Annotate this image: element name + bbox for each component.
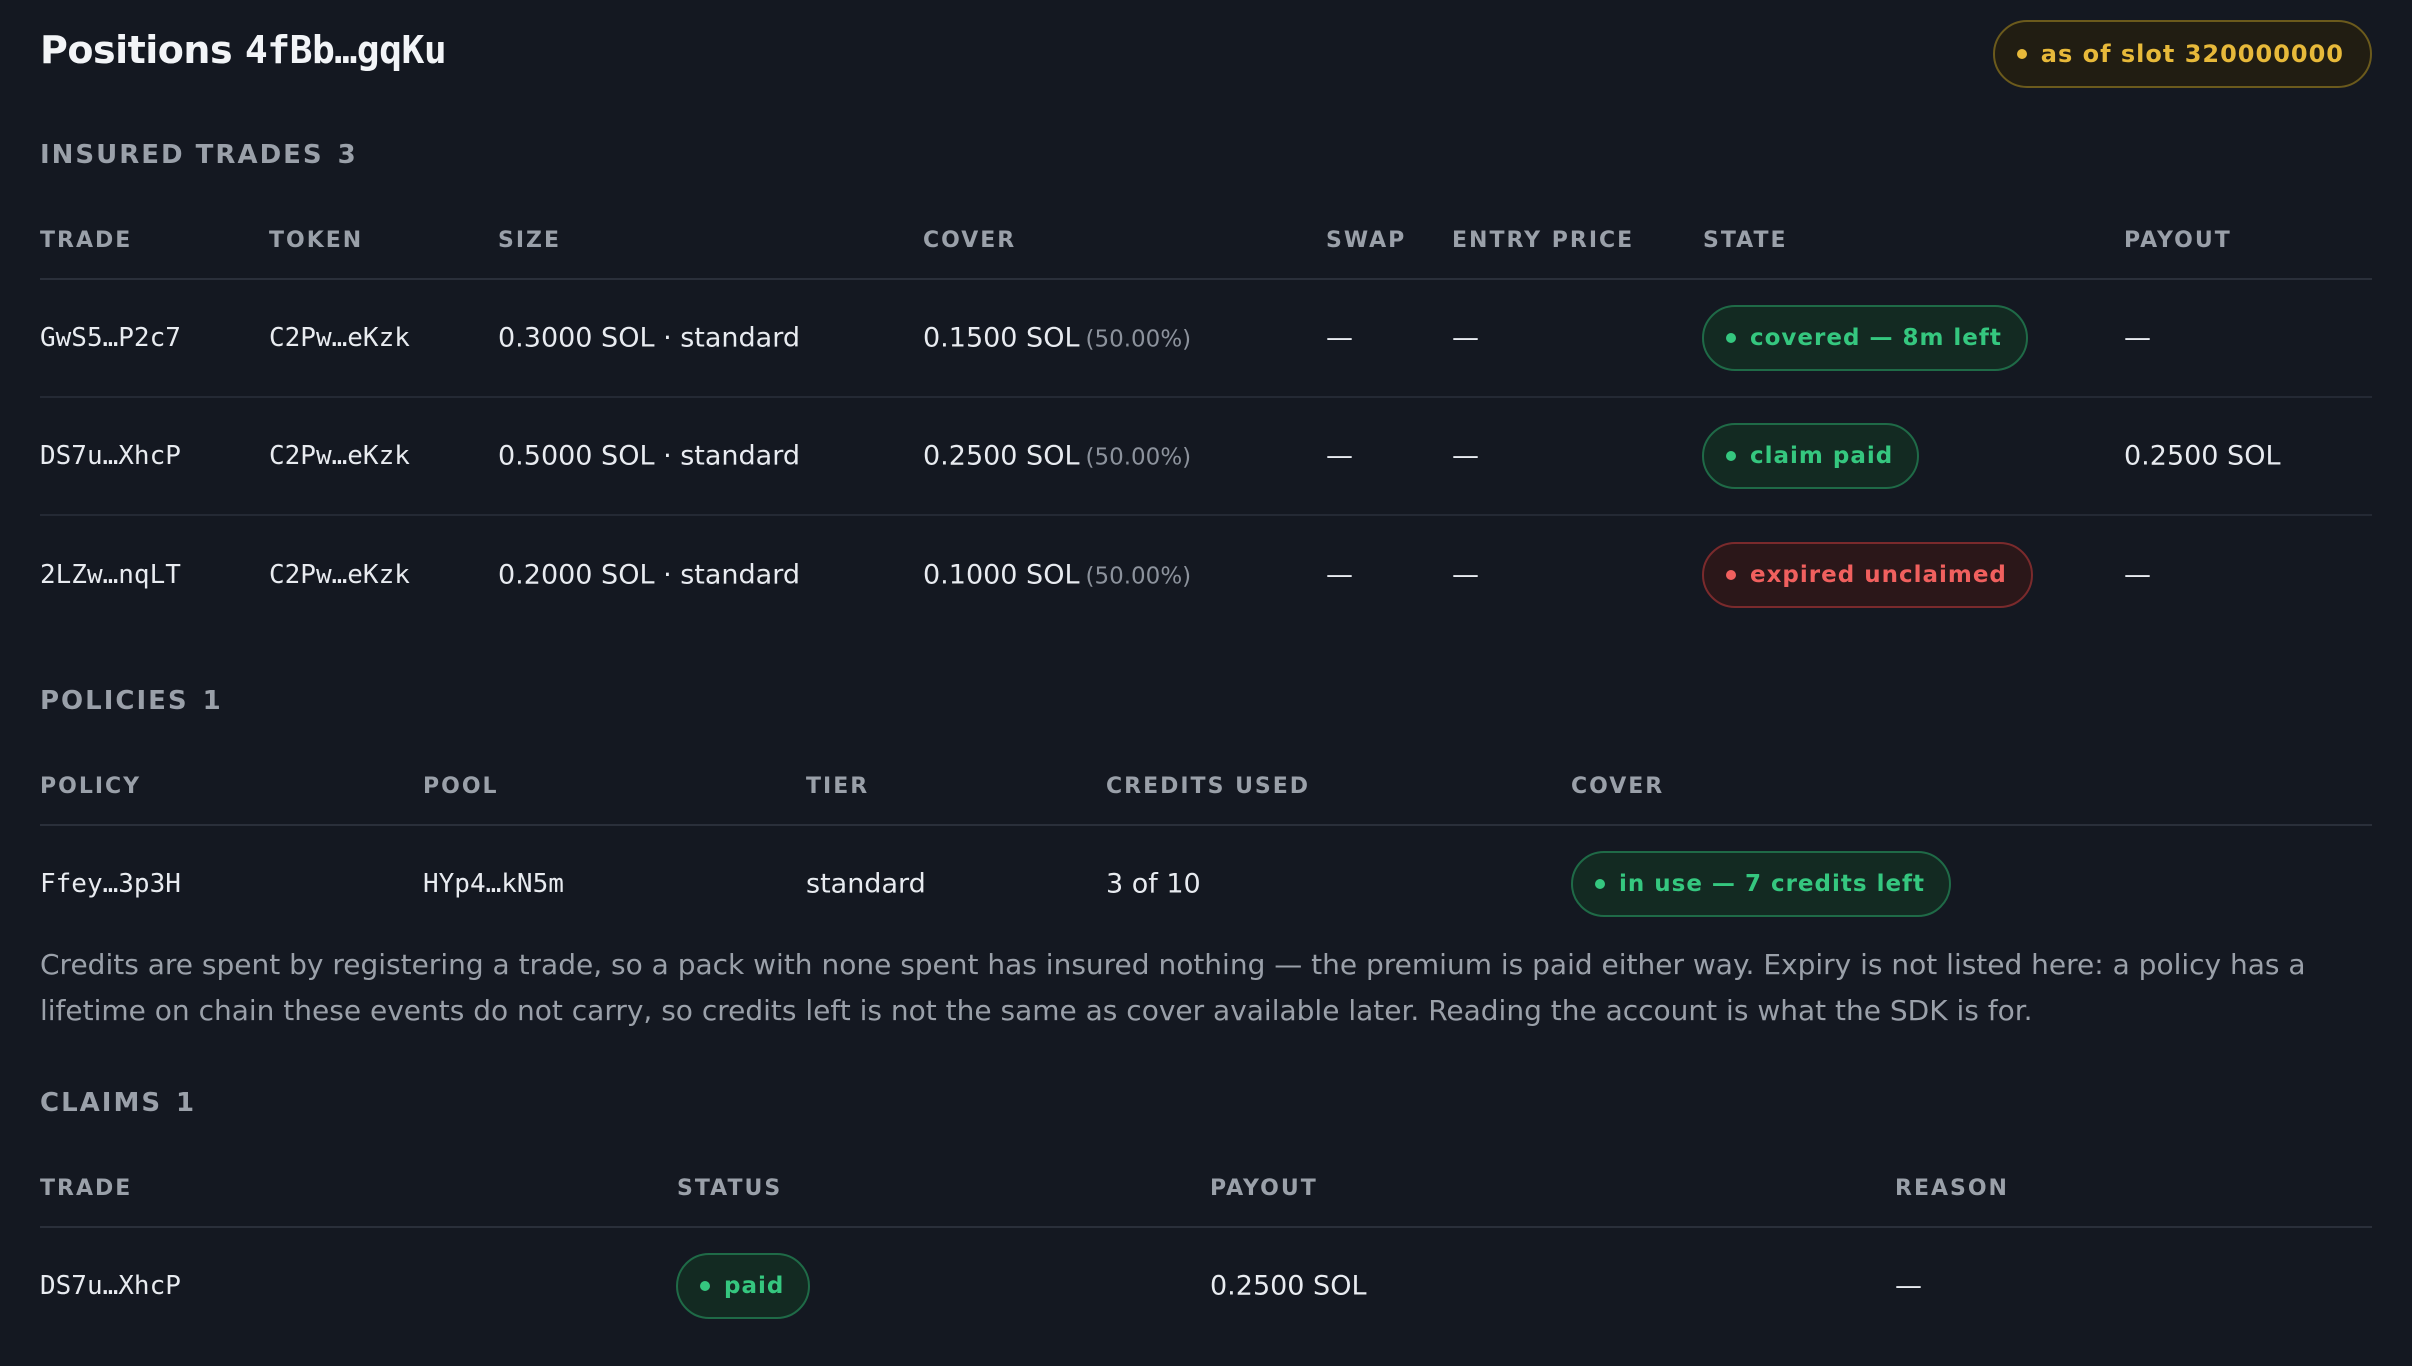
column-header-trade: TRADE	[40, 1176, 133, 1201]
claim-reason: —	[1895, 1270, 1922, 1302]
state-label: claim paid	[1750, 443, 1894, 469]
state-badge: covered — 8m left	[1702, 305, 2028, 371]
column-header-trade: TRADE	[40, 228, 133, 253]
claims-heading: CLAIMS 1	[40, 1088, 194, 1118]
claims-table: TRADE STATUS PAYOUT REASON DS7u…XhcP pai…	[40, 1176, 2372, 1344]
claim-payout: 0.2500 SOL	[1210, 1270, 1367, 1302]
policies-table: POLICY POOL TIER CREDITS USED COVER Ffey…	[40, 774, 2372, 942]
page-title-prefix: Positions	[40, 28, 233, 72]
policies-count: 1	[202, 686, 221, 716]
status-dot-icon	[1595, 879, 1605, 889]
column-header-pool: POOL	[423, 774, 499, 799]
column-header-token: TOKEN	[269, 228, 364, 253]
trade-entry-price: —	[1452, 559, 1479, 591]
page-title: Positions 4fBb…gqKu	[40, 28, 447, 72]
pool-id[interactable]: HYp4…kN5m	[423, 869, 564, 899]
status-dot-icon	[1726, 333, 1736, 343]
claims-count: 1	[176, 1088, 195, 1118]
token-id[interactable]: C2Pw…eKzk	[269, 441, 410, 471]
table-row: 2LZw…nqLT C2Pw…eKzk 0.2000 SOL · standar…	[40, 516, 2372, 634]
insured-trades-heading: INSURED TRADES 3	[40, 140, 356, 170]
trade-entry-price: —	[1452, 440, 1479, 472]
state-label: expired unclaimed	[1750, 562, 2007, 588]
column-header-tier: TIER	[806, 774, 870, 799]
status-dot-icon	[1726, 570, 1736, 580]
trade-cover: 0.2500 SOL (50.00%)	[923, 441, 1191, 472]
trade-payout: —	[2124, 559, 2151, 591]
policies-heading-label: POLICIES	[40, 686, 189, 716]
table-header: TRADE TOKEN SIZE COVER SWAP ENTRY PRICE …	[40, 228, 2372, 280]
claim-status-badge: paid	[676, 1253, 811, 1319]
cover-amount: 0.1500 SOL	[923, 322, 1080, 354]
column-header-size: SIZE	[498, 228, 562, 253]
policy-tier: standard	[806, 868, 926, 900]
trade-id[interactable]: 2LZw…nqLT	[40, 560, 181, 590]
claim-status-label: paid	[724, 1273, 785, 1299]
slot-badge-label: as of slot 320000000	[2040, 40, 2344, 68]
slot-status-dot-icon	[2016, 49, 2027, 59]
column-header-entry-price: ENTRY PRICE	[1452, 228, 1635, 253]
cover-status-label: in use — 7 credits left	[1619, 871, 1926, 897]
column-header-cover: COVER	[1571, 774, 1665, 799]
trade-size: 0.3000 SOL · standard	[498, 322, 800, 354]
token-id[interactable]: C2Pw…eKzk	[269, 560, 410, 590]
slot-badge: as of slot 320000000	[1992, 20, 2372, 88]
policy-id[interactable]: Ffey…3p3H	[40, 869, 181, 899]
trade-payout: 0.2500 SOL	[2124, 440, 2281, 472]
state-badge: expired unclaimed	[1702, 542, 2033, 608]
insured-trades-heading-label: INSURED TRADES	[40, 140, 324, 170]
table-row: DS7u…XhcP paid 0.2500 SOL —	[40, 1228, 2372, 1344]
trade-id[interactable]: DS7u…XhcP	[40, 441, 181, 471]
cover-status-badge: in use — 7 credits left	[1571, 851, 1952, 917]
cover-percent: (50.00%)	[1085, 444, 1192, 471]
trade-swap: —	[1326, 440, 1353, 472]
column-header-payout: PAYOUT	[2124, 228, 2232, 253]
column-header-status: STATUS	[677, 1176, 783, 1201]
trade-size: 0.5000 SOL · standard	[498, 440, 800, 472]
trade-entry-price: —	[1452, 322, 1479, 354]
token-id[interactable]: C2Pw…eKzk	[269, 323, 410, 353]
cover-percent: (50.00%)	[1085, 563, 1192, 590]
positions-page: Positions 4fBb…gqKu as of slot 320000000…	[0, 0, 2412, 1366]
trade-cover: 0.1500 SOL (50.00%)	[923, 323, 1191, 354]
trade-cover: 0.1000 SOL (50.00%)	[923, 560, 1191, 591]
cover-percent: (50.00%)	[1085, 326, 1192, 353]
column-header-payout: PAYOUT	[1210, 1176, 1318, 1201]
table-row: DS7u…XhcP C2Pw…eKzk 0.5000 SOL · standar…	[40, 398, 2372, 516]
column-header-swap: SWAP	[1326, 228, 1407, 253]
policy-credits-used: 3 of 10	[1106, 868, 1201, 900]
state-badge: claim paid	[1702, 423, 1920, 489]
cover-amount: 0.1000 SOL	[923, 559, 1080, 591]
column-header-policy: POLICY	[40, 774, 142, 799]
trade-swap: —	[1326, 322, 1353, 354]
insured-trades-table: TRADE TOKEN SIZE COVER SWAP ENTRY PRICE …	[40, 228, 2372, 634]
insured-trades-count: 3	[337, 140, 356, 170]
status-dot-icon	[700, 1281, 710, 1291]
trade-swap: —	[1326, 559, 1353, 591]
table-row: Ffey…3p3H HYp4…kN5m standard 3 of 10 in …	[40, 826, 2372, 942]
table-row: GwS5…P2c7 C2Pw…eKzk 0.3000 SOL · standar…	[40, 280, 2372, 398]
column-header-state: STATE	[1703, 228, 1788, 253]
column-header-credits-used: CREDITS USED	[1106, 774, 1311, 799]
table-header: POLICY POOL TIER CREDITS USED COVER	[40, 774, 2372, 826]
policies-note: Credits are spent by registering a trade…	[40, 948, 2306, 1027]
column-header-reason: REASON	[1895, 1176, 2009, 1201]
claim-trade-id[interactable]: DS7u…XhcP	[40, 1271, 181, 1301]
state-label: covered — 8m left	[1750, 325, 2002, 351]
trade-payout: —	[2124, 322, 2151, 354]
policies-heading: POLICIES 1	[40, 686, 221, 716]
table-header: TRADE STATUS PAYOUT REASON	[40, 1176, 2372, 1228]
cover-amount: 0.2500 SOL	[923, 440, 1080, 472]
column-header-cover: COVER	[923, 228, 1017, 253]
trade-size: 0.2000 SOL · standard	[498, 559, 800, 591]
status-dot-icon	[1726, 451, 1736, 461]
wallet-address[interactable]: 4fBb…gqKu	[245, 28, 447, 72]
claims-heading-label: CLAIMS	[40, 1088, 163, 1118]
trade-id[interactable]: GwS5…P2c7	[40, 323, 181, 353]
